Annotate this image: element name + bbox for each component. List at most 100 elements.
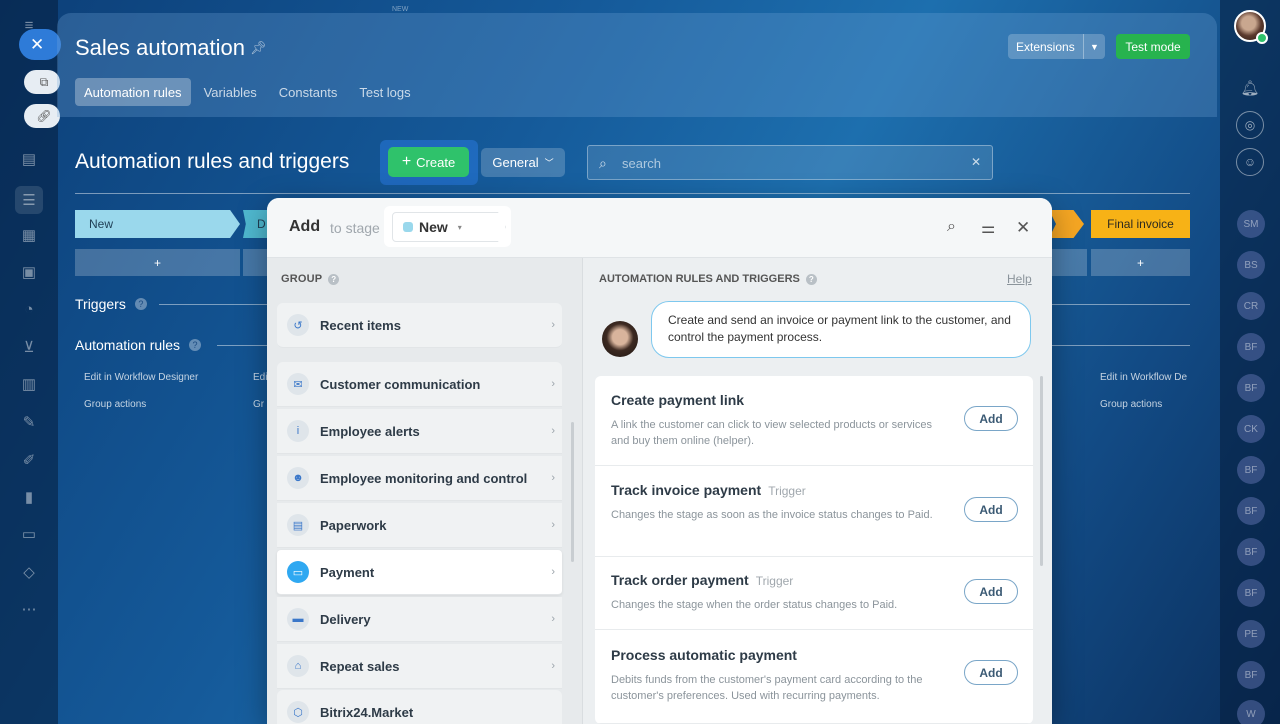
pen-icon[interactable]: ✐ — [18, 449, 40, 471]
help-icon[interactable]: ? — [328, 273, 340, 285]
chat-avatar[interactable]: SM — [1237, 210, 1265, 238]
add-rule-button[interactable]: Add — [964, 497, 1018, 522]
help-icon[interactable]: ? — [189, 339, 202, 351]
chevron-right-icon: › — [551, 566, 555, 578]
clear-search-icon[interactable]: ✕ — [971, 155, 981, 169]
stage-color-dot — [403, 222, 413, 232]
chat-avatar[interactable]: BF — [1237, 497, 1265, 525]
rule-card-description: Debits funds from the customer's payment… — [611, 674, 923, 702]
chat-avatar[interactable]: PE — [1237, 620, 1265, 648]
group-item-payment[interactable]: ▭ Payment › — [277, 550, 562, 595]
filter-settings-icon[interactable]: ⚌ — [981, 218, 995, 238]
extensions-button[interactable]: Extensions ▼ — [1008, 34, 1105, 59]
edit-in-designer-link[interactable]: Edit in Workflow De — [1100, 372, 1187, 383]
group-item-recent-items[interactable]: ↺ Recent items › — [277, 303, 562, 348]
chat-avatar[interactable]: CR — [1237, 292, 1265, 320]
group-item-label: Paperwork — [320, 517, 387, 533]
stage-final-invoice[interactable]: Final invoice — [1091, 210, 1190, 238]
funnel-icon[interactable]: ☰ — [15, 186, 43, 214]
inbox-icon[interactable]: ▭ — [18, 523, 40, 545]
cart-icon[interactable]: ⊻ — [18, 336, 40, 358]
stage-new[interactable]: New — [75, 210, 240, 238]
group-actions-link[interactable]: Group actions — [84, 399, 146, 410]
group-item-repeat-sales[interactable]: ⌂ Repeat sales › — [277, 644, 562, 689]
users-icon: ☻ — [287, 467, 309, 489]
tab-automation-rules[interactable]: Automation rules — [75, 78, 191, 106]
rules-panel: AUTOMATION RULES AND TRIGGERS ? Help Cre… — [583, 258, 1052, 724]
help-link[interactable]: Help — [1007, 272, 1032, 286]
group-item-employee-alerts[interactable]: i Employee alerts › — [277, 409, 562, 454]
add-rule-button[interactable]: Add — [964, 579, 1018, 604]
chevron-right-icon: › — [551, 660, 555, 672]
stage-picker[interactable]: New ▾ — [392, 212, 506, 242]
calendar-icon[interactable]: ▦ — [18, 224, 40, 246]
chat-avatar[interactable]: BF — [1237, 456, 1265, 484]
add-rule-button[interactable]: Add — [964, 406, 1018, 431]
add-rule-plus-button[interactable]: + — [1091, 249, 1190, 276]
edit-list-icon[interactable]: ✎ — [18, 411, 40, 433]
chat-avatar[interactable]: BS — [1237, 251, 1265, 279]
add-rule-plus-button[interactable] — [1049, 249, 1087, 276]
chat-avatar[interactable]: BF — [1237, 661, 1265, 689]
triggers-row-label: Triggers ? — [75, 296, 147, 312]
trigger-tag: Trigger — [768, 484, 806, 498]
rules-header: AUTOMATION RULES AND TRIGGERS ? — [599, 273, 817, 285]
tab-constants[interactable]: Constants — [270, 78, 347, 106]
chevron-down-icon[interactable]: ▼ — [1083, 34, 1105, 59]
edit-in-designer-link[interactable]: Edit in Workflow Designer — [84, 372, 198, 383]
chat-avatar[interactable]: BF — [1237, 538, 1265, 566]
chat-avatar[interactable]: BF — [1237, 374, 1265, 402]
chat-avatar[interactable]: BF — [1237, 579, 1265, 607]
help-icon[interactable]: ? — [805, 273, 817, 285]
rule-card-title: Track order payment Trigger — [611, 572, 793, 588]
section-title: Automation rules and triggers — [75, 150, 350, 173]
hint-bubble: Create and send an invoice or payment li… — [651, 301, 1031, 358]
chat-avatar[interactable]: BF — [1237, 333, 1265, 361]
group-actions-link[interactable]: Gr — [253, 399, 264, 410]
chart-icon[interactable]: ▮ — [18, 486, 40, 508]
close-slider-button[interactable]: ✕ — [19, 29, 61, 60]
group-actions-link[interactable]: Group actions — [1100, 399, 1162, 410]
add-rule-plus-button[interactable]: + — [75, 249, 240, 276]
storage-icon[interactable]: ▣ — [18, 261, 40, 283]
search-input[interactable] — [622, 154, 952, 172]
group-item-label: Recent items — [320, 317, 401, 333]
copy-link-button[interactable]: 🔗︎ — [24, 104, 60, 128]
help-icon[interactable]: ? — [134, 298, 147, 310]
scrollbar[interactable] — [1040, 376, 1043, 566]
open-in-new-window-button[interactable]: ⧉ — [24, 70, 60, 94]
more-icon[interactable]: ⋯ — [18, 598, 40, 620]
tab-variables[interactable]: Variables — [195, 78, 266, 106]
edit-in-designer-link[interactable]: Edi — [253, 372, 267, 383]
group-item-paperwork[interactable]: ▤ Paperwork › — [277, 503, 562, 548]
group-item-employee-monitoring-and-control[interactable]: ☻ Employee monitoring and control › — [277, 456, 562, 501]
search-field[interactable]: ⌕ ✕ — [587, 145, 993, 180]
analytics-icon[interactable]: ◔ — [18, 298, 40, 320]
general-dropdown[interactable]: General ﹀ — [481, 148, 565, 177]
rule-card-title-text: Track invoice payment — [611, 482, 762, 498]
create-button[interactable]: + Create — [388, 147, 469, 177]
box-icon[interactable]: ◇ — [18, 561, 40, 583]
group-item-bitrix24-market[interactable]: ⬡ Bitrix24.Market — [277, 690, 562, 724]
close-icon[interactable]: ✕ — [1016, 218, 1030, 238]
online-status-icon — [1256, 32, 1268, 44]
rule-card-title-text: Process automatic payment — [611, 647, 797, 663]
divider — [1049, 345, 1190, 346]
notification-bell-icon[interactable]: 🔔︎ — [1236, 74, 1264, 102]
clipboard-icon[interactable]: ▥ — [18, 373, 40, 395]
group-item-customer-communication[interactable]: ✉ Customer communication › — [277, 362, 562, 407]
messenger-icon[interactable]: ☺ — [1236, 148, 1264, 176]
pin-icon[interactable]: 📌︎ — [250, 40, 267, 56]
contacts-icon[interactable]: ▤ — [18, 148, 40, 170]
add-rule-button[interactable]: Add — [964, 660, 1018, 685]
scrollbar[interactable] — [571, 422, 574, 562]
tab-test-logs[interactable]: Test logs — [350, 78, 419, 106]
chat-avatar[interactable]: CK — [1237, 415, 1265, 443]
group-item-delivery[interactable]: ▬ Delivery › — [277, 597, 562, 642]
copilot-icon[interactable]: ◎ — [1236, 111, 1264, 139]
search-icon[interactable]: ⌕ — [947, 218, 956, 236]
stage-orange[interactable] — [1049, 210, 1084, 238]
test-mode-button[interactable]: Test mode — [1116, 34, 1190, 59]
add-rule-plus-button[interactable] — [243, 249, 267, 276]
chat-avatar[interactable]: W — [1237, 700, 1265, 724]
